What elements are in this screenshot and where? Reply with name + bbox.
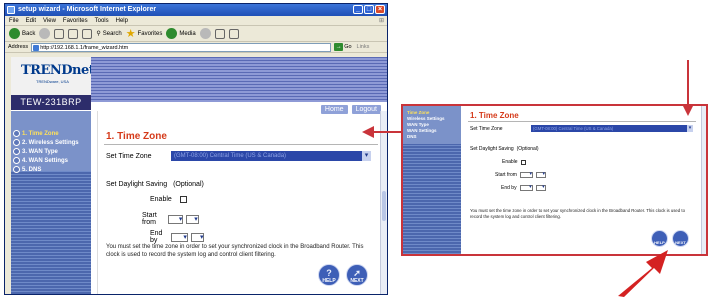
down-pointer-arrow <box>682 60 694 116</box>
left-pointer-arrow <box>362 126 401 138</box>
next-pointer-arrow <box>618 250 668 297</box>
annotation-arrows <box>362 60 694 297</box>
